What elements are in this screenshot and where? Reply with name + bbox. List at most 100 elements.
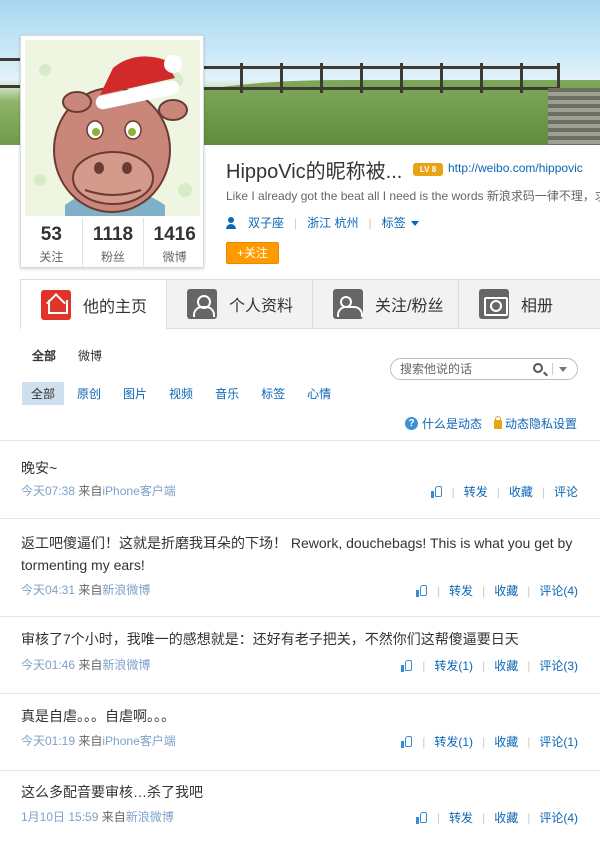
post-text: 返工吧傻逼们！这就是折磨我耳朵的下场！ Rework, douchebags! … xyxy=(21,535,573,573)
post-text: 审核了7个小时，我唯一的感想就是：还好有老子把关，不然你们这帮傻逼要日天 xyxy=(21,631,519,647)
comment-button[interactable]: 评论(1) xyxy=(539,733,578,750)
stat-following[interactable]: 53 关注 xyxy=(21,218,83,268)
cover-fence xyxy=(200,63,560,93)
profile-tabs: 他的主页 个人资料 关注/粉丝 相册 xyxy=(20,279,600,330)
tab-profile-info[interactable]: 个人资料 xyxy=(167,280,313,328)
repost-button[interactable]: 转发 xyxy=(464,483,488,500)
meta-separator: | xyxy=(368,215,372,230)
post-from-label: 来自 xyxy=(78,583,103,597)
stat-following-label: 关注 xyxy=(39,250,64,264)
tab-profile-info-label: 个人资料 xyxy=(229,298,294,315)
comment-button[interactable]: 评论(4) xyxy=(539,809,578,826)
question-icon: ? xyxy=(405,417,418,430)
stat-posts-count: 1416 xyxy=(153,224,196,245)
repost-button[interactable]: 转发 xyxy=(449,582,473,599)
cover-fence-left xyxy=(0,58,22,88)
post-text: 晚安~ xyxy=(21,460,58,476)
tab-album-label: 相册 xyxy=(521,298,554,315)
favorite-button[interactable]: 收藏 xyxy=(494,582,518,599)
post-time-link[interactable]: 1月10日 15:59 xyxy=(21,810,98,824)
level-badge[interactable]: LV 8 xyxy=(413,163,443,176)
primary-filter: 全部 微博 xyxy=(32,347,102,364)
post-meta: 1月10日 15:59 来自新浪微博 xyxy=(21,808,174,825)
tab-home[interactable]: 他的主页 xyxy=(21,280,167,330)
filter-type-tag[interactable]: 标签 xyxy=(252,382,294,405)
tab-following-followers-label: 关注/粉丝 xyxy=(375,298,444,315)
post-actions: | 转发(1) | 收藏 | 评论(1) xyxy=(401,733,578,750)
tags-dropdown[interactable]: 标签 xyxy=(382,214,419,231)
favorite-button[interactable]: 收藏 xyxy=(494,809,518,826)
post-time-link[interactable]: 今天01:46 xyxy=(21,658,75,672)
post-time-link[interactable]: 今天04:31 xyxy=(21,583,75,597)
profile-meta: 双子座 | 浙江 杭州 | 标签 xyxy=(226,214,419,231)
zodiac-link[interactable]: 双子座 xyxy=(248,214,284,231)
favorite-button[interactable]: 收藏 xyxy=(509,483,533,500)
post-source-link[interactable]: 新浪微博 xyxy=(102,583,150,597)
post-from-label: 来自 xyxy=(78,734,103,748)
favorite-button[interactable]: 收藏 xyxy=(494,657,518,674)
post-actions: | 转发 | 收藏 | 评论(4) xyxy=(415,809,578,826)
post-source-link[interactable]: 新浪微博 xyxy=(102,658,150,672)
stat-posts[interactable]: 1416 微博 xyxy=(144,218,205,268)
search-divider xyxy=(552,363,553,375)
filter-type-music[interactable]: 音乐 xyxy=(206,382,248,405)
post-source-link[interactable]: iPhone客户端 xyxy=(102,484,175,498)
filter-type-mood[interactable]: 心情 xyxy=(298,382,340,405)
filter-type-original[interactable]: 原创 xyxy=(68,382,110,405)
location-link[interactable]: 浙江 杭州 xyxy=(307,214,358,231)
like-icon[interactable] xyxy=(415,811,428,824)
what-is-feed-link[interactable]: 什么是动态 xyxy=(422,415,482,432)
post-text: 真是自虐。。。自虐啊。。。 xyxy=(21,708,175,724)
comment-button[interactable]: 评论 xyxy=(554,483,578,500)
stat-posts-label: 微博 xyxy=(162,250,187,264)
repost-button[interactable]: 转发(1) xyxy=(434,657,473,674)
filter-weibo[interactable]: 微博 xyxy=(78,347,102,364)
tags-label: 标签 xyxy=(381,216,406,230)
post-actions: | 转发(1) | 收藏 | 评论(3) xyxy=(401,657,578,674)
tab-following-followers[interactable]: 关注/粉丝 xyxy=(313,280,459,328)
avatar[interactable] xyxy=(25,40,200,216)
search-icon[interactable] xyxy=(533,363,543,373)
like-icon[interactable] xyxy=(430,485,443,498)
filter-type-all[interactable]: 全部 xyxy=(22,382,65,405)
tab-album[interactable]: 相册 xyxy=(459,280,599,328)
chevron-down-icon[interactable] xyxy=(559,367,567,372)
secondary-filter: 全部 原创 图片 视频 音乐 标签 心情 xyxy=(22,382,344,405)
filter-all[interactable]: 全部 xyxy=(32,347,56,364)
post-meta: 今天04:31 来自新浪微博 xyxy=(21,581,150,598)
repost-button[interactable]: 转发(1) xyxy=(434,733,473,750)
post-from-label: 来自 xyxy=(101,810,126,824)
cover-stairs xyxy=(548,88,600,145)
feed-item: 审核了7个小时，我唯一的感想就是：还好有老子把关，不然你们这帮傻逼要日天 今天0… xyxy=(0,616,600,682)
help-links: ? 什么是动态 动态隐私设置 xyxy=(405,415,577,432)
search-input[interactable]: 搜索他说的话 xyxy=(390,358,578,380)
stat-followers-count: 1118 xyxy=(92,224,134,245)
stat-following-count: 53 xyxy=(40,224,62,245)
post-time-link[interactable]: 今天01:19 xyxy=(21,734,75,748)
hippo-avatar-image xyxy=(25,40,200,216)
post-meta: 今天01:19 来自iPhone客户端 xyxy=(21,732,176,749)
post-time-link[interactable]: 今天07:38 xyxy=(21,484,75,498)
feed-item: 这么多配音要审核…杀了我吧 1月10日 15:59 来自新浪微博 | 转发 | 收… xyxy=(0,770,600,836)
like-icon[interactable] xyxy=(415,584,428,597)
follow-button[interactable]: +关注 xyxy=(226,242,279,264)
profile-stats: 53 关注 1118 粉丝 1416 微博 xyxy=(21,218,205,268)
like-icon[interactable] xyxy=(401,735,413,748)
like-icon[interactable] xyxy=(401,659,413,672)
post-source-link[interactable]: iPhone客户端 xyxy=(102,734,175,748)
comment-button[interactable]: 评论(4) xyxy=(539,582,578,599)
comment-button[interactable]: 评论(3) xyxy=(539,657,578,674)
feed-privacy-link[interactable]: 动态隐私设置 xyxy=(505,415,577,432)
post-text: 这么多配音要审核…杀了我吧 xyxy=(21,784,203,800)
tab-home-label: 他的主页 xyxy=(83,299,148,316)
favorite-button[interactable]: 收藏 xyxy=(494,733,518,750)
profile-url-link[interactable]: http://weibo.com/hippovic xyxy=(448,161,583,175)
feed-item: 晚安~ 今天07:38 来自iPhone客户端 | 转发 | 收藏 | 评论 xyxy=(0,440,600,505)
profile-nickname: HippoVic的昵称被... xyxy=(226,161,403,183)
stat-followers[interactable]: 1118 粉丝 xyxy=(83,218,145,268)
filter-type-video[interactable]: 视频 xyxy=(160,382,202,405)
camera-icon xyxy=(479,289,509,319)
repost-button[interactable]: 转发 xyxy=(449,809,473,826)
filter-type-image[interactable]: 图片 xyxy=(114,382,156,405)
post-source-link[interactable]: 新浪微博 xyxy=(126,810,174,824)
